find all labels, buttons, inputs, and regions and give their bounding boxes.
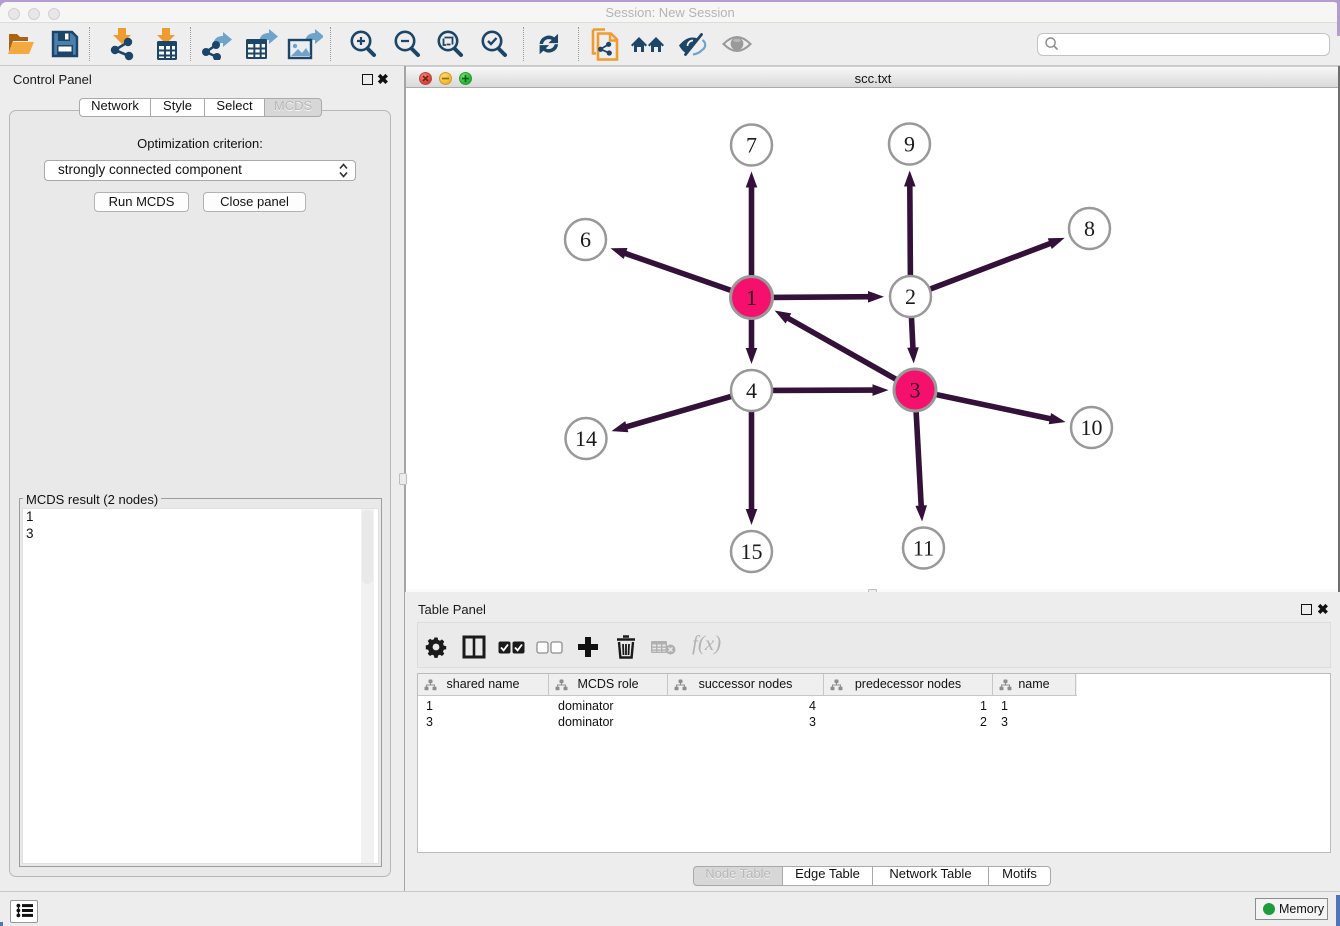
svg-text:6: 6 xyxy=(580,227,591,252)
svg-text:8: 8 xyxy=(1084,216,1095,241)
svg-text:15: 15 xyxy=(741,539,763,564)
svg-text:3: 3 xyxy=(910,378,921,403)
svg-text:1: 1 xyxy=(746,285,757,310)
svg-text:10: 10 xyxy=(1081,415,1103,440)
svg-text:14: 14 xyxy=(575,426,597,451)
svg-text:4: 4 xyxy=(746,378,757,403)
svg-text:11: 11 xyxy=(913,536,934,561)
svg-text:7: 7 xyxy=(746,133,757,158)
svg-text:2: 2 xyxy=(905,284,916,309)
svg-text:9: 9 xyxy=(904,132,915,157)
